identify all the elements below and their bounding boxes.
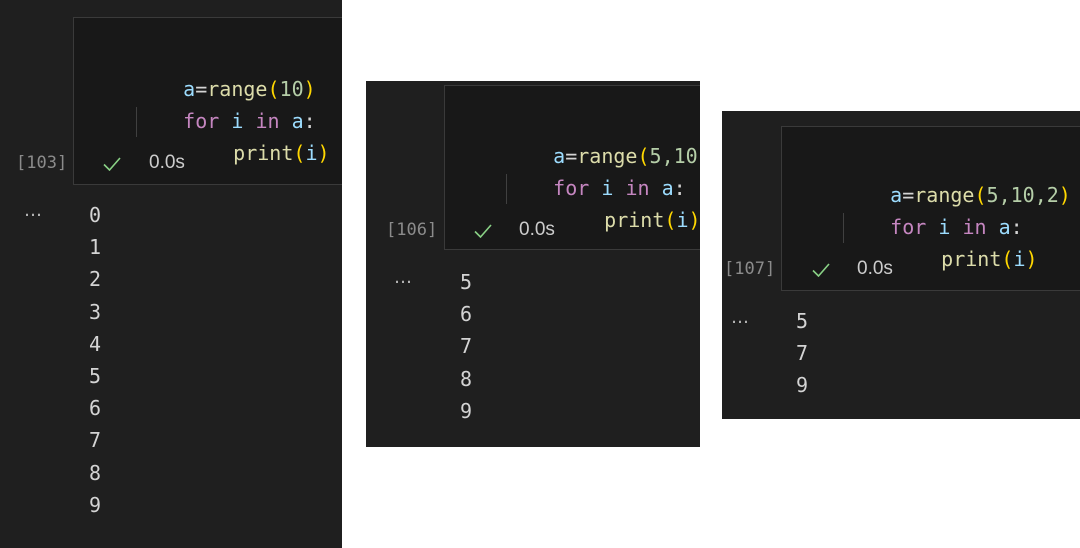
code-token-variable: i [1013, 247, 1026, 271]
ellipsis-icon[interactable]: … [731, 307, 750, 328]
code-token-bracket: ) [1058, 183, 1071, 207]
cell-output: 5 6 7 8 9 [460, 266, 472, 427]
check-icon [474, 224, 492, 238]
output-line: 7 [460, 334, 473, 359]
execution-time: 0.0s [519, 219, 555, 240]
code-token-bracket: ( [293, 141, 306, 165]
code-line-3: print(i) [556, 172, 700, 268]
execution-time: 0.0s [149, 152, 185, 173]
code-token-function: print [233, 141, 294, 165]
output-line: 6 [460, 302, 473, 327]
check-icon [812, 263, 830, 277]
output-line: 7 [796, 341, 809, 366]
output-line: 8 [460, 366, 473, 391]
notebook-panel-107: a=range(5,10,2) for i in a: print(i) [10… [722, 111, 1080, 419]
output-line: 5 [796, 309, 809, 333]
notebook-panel-103: a=range(10) for i in a: print(i) [103] 0… [0, 0, 342, 548]
ellipsis-icon[interactable]: … [24, 200, 43, 221]
code-token-bracket: ) [688, 208, 700, 232]
output-line: 2 [89, 267, 102, 292]
indent-guide [843, 213, 844, 243]
code-token-variable: i [676, 208, 689, 232]
output-line: 7 [89, 428, 102, 453]
execution-count: [107] [724, 259, 776, 279]
code-token-function: print [941, 247, 1002, 271]
code-token-function: print [604, 208, 665, 232]
execution-time: 0.0s [857, 258, 893, 279]
output-line: 8 [89, 460, 102, 485]
output-line: 0 [89, 203, 102, 227]
execution-count: [103] [16, 153, 68, 173]
output-line: 9 [796, 373, 809, 398]
output-line: 6 [89, 396, 102, 421]
code-line-3: print(i) [185, 105, 330, 201]
cell-output: 0 1 2 3 4 5 6 7 8 9 [89, 199, 101, 521]
check-icon [103, 157, 121, 171]
code-token-variable: i [305, 141, 318, 165]
notebook-panel-106: a=range(5,10) for i in a: print(i) [106]… [366, 81, 700, 447]
output-line: 3 [89, 299, 102, 324]
output-line: 4 [89, 331, 102, 356]
code-token-bracket: ) [317, 141, 330, 165]
execution-count: [106] [386, 220, 438, 240]
code-token-bracket: ) [1025, 247, 1038, 271]
output-line: 1 [89, 235, 102, 260]
output-line: 5 [460, 270, 473, 294]
output-line: 9 [89, 492, 102, 517]
code-token-bracket: ( [1001, 247, 1014, 271]
output-line: 5 [89, 363, 102, 388]
code-token-bracket: ( [664, 208, 677, 232]
indent-guide [506, 174, 507, 204]
code-line-3: print(i) [893, 211, 1038, 307]
indent-guide [136, 107, 137, 137]
code-token-bracket: ) [698, 144, 700, 168]
cell-output: 5 7 9 [796, 305, 808, 402]
output-line: 9 [460, 398, 473, 423]
ellipsis-icon[interactable]: … [394, 267, 413, 288]
